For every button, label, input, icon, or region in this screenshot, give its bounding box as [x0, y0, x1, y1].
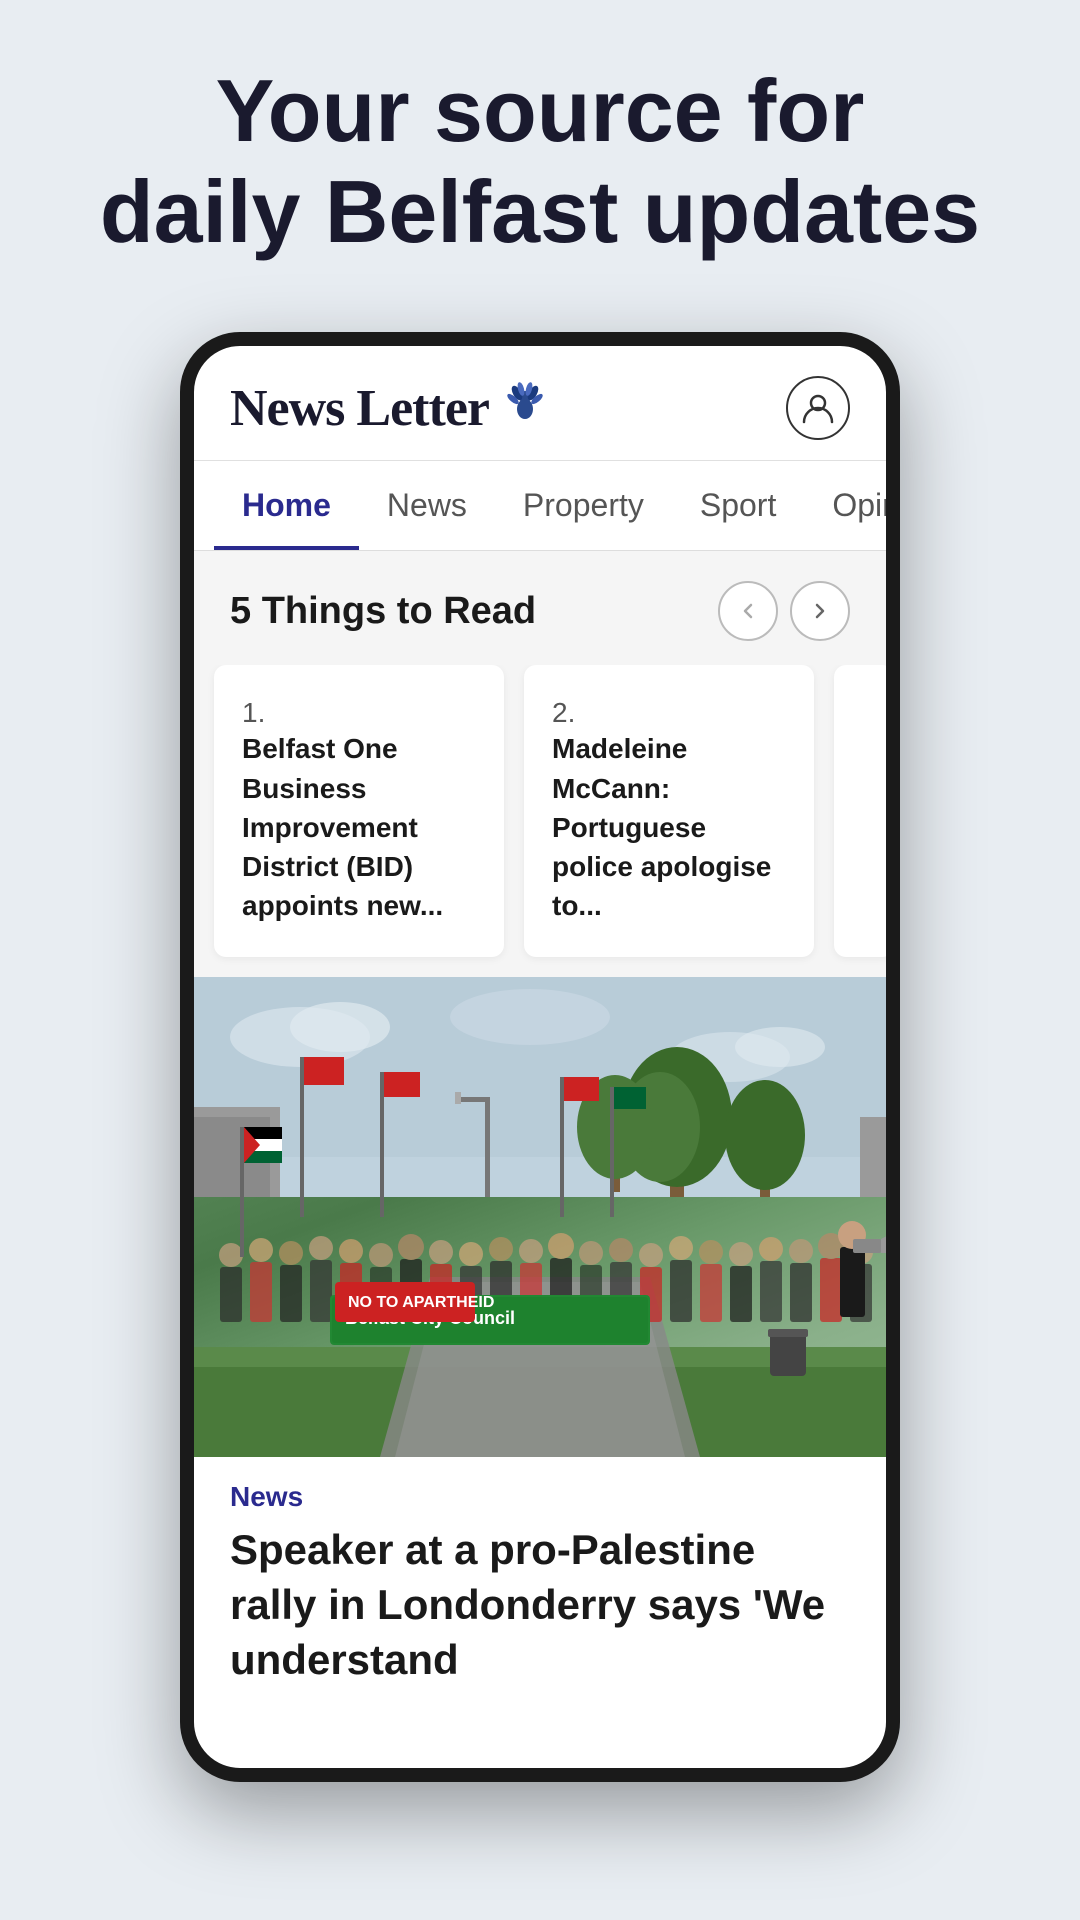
article-meta: News Speaker at a pro-Palestine rally in…	[194, 1457, 886, 1717]
svg-text:NO TO APARTHEID: NO TO APARTHEID	[348, 1294, 494, 1311]
app-logo: News Letter	[230, 379, 489, 438]
card-1-text: Belfast One Business Improvement Distric…	[242, 729, 476, 925]
card-1-number: 1.	[242, 697, 265, 728]
nav-arrows	[718, 581, 850, 641]
five-things-title: 5 Things to Read	[230, 590, 536, 633]
hero-line2: daily Belfast updates	[100, 162, 980, 261]
article-card-1[interactable]: 1. Belfast One Business Improvement Dist…	[214, 665, 504, 957]
user-account-button[interactable]	[786, 376, 850, 440]
main-article-image-section: Belfast City Council NO TO APARTHEID	[194, 977, 886, 1457]
tab-news[interactable]: News	[359, 461, 495, 550]
card-2-text: Madeleine McCann: Portuguese police apol…	[552, 729, 786, 925]
app-header: News Letter	[194, 346, 886, 461]
article-headline[interactable]: Speaker at a pro-Palestine rally in Lond…	[194, 1523, 886, 1717]
tab-home[interactable]: Home	[214, 461, 359, 550]
cards-row: 1. Belfast One Business Improvement Dist…	[194, 665, 886, 977]
next-arrow-button[interactable]	[790, 581, 850, 641]
peacock-icon	[503, 381, 547, 436]
phone-frame: News Letter	[180, 332, 900, 1782]
article-category: News	[194, 1457, 886, 1523]
five-things-header: 5 Things to Read	[194, 551, 886, 665]
hero-title: Your source for daily Belfast updates	[100, 60, 980, 262]
article-card-2[interactable]: 2. Madeleine McCann: Portuguese police a…	[524, 665, 814, 957]
card-2-number: 2.	[552, 697, 575, 728]
hero-section: Your source for daily Belfast updates	[40, 60, 1040, 262]
tab-opinion[interactable]: Opinion	[804, 461, 886, 550]
hero-line1: Your source for	[216, 61, 865, 160]
logo-area: News Letter	[230, 379, 547, 438]
tab-property[interactable]: Property	[495, 461, 672, 550]
nav-tabs: Home News Property Sport Opinion	[194, 461, 886, 551]
prev-arrow-button[interactable]	[718, 581, 778, 641]
tab-sport[interactable]: Sport	[672, 461, 804, 550]
article-card-3-partial	[834, 665, 886, 957]
protest-image: Belfast City Council NO TO APARTHEID	[194, 977, 886, 1457]
